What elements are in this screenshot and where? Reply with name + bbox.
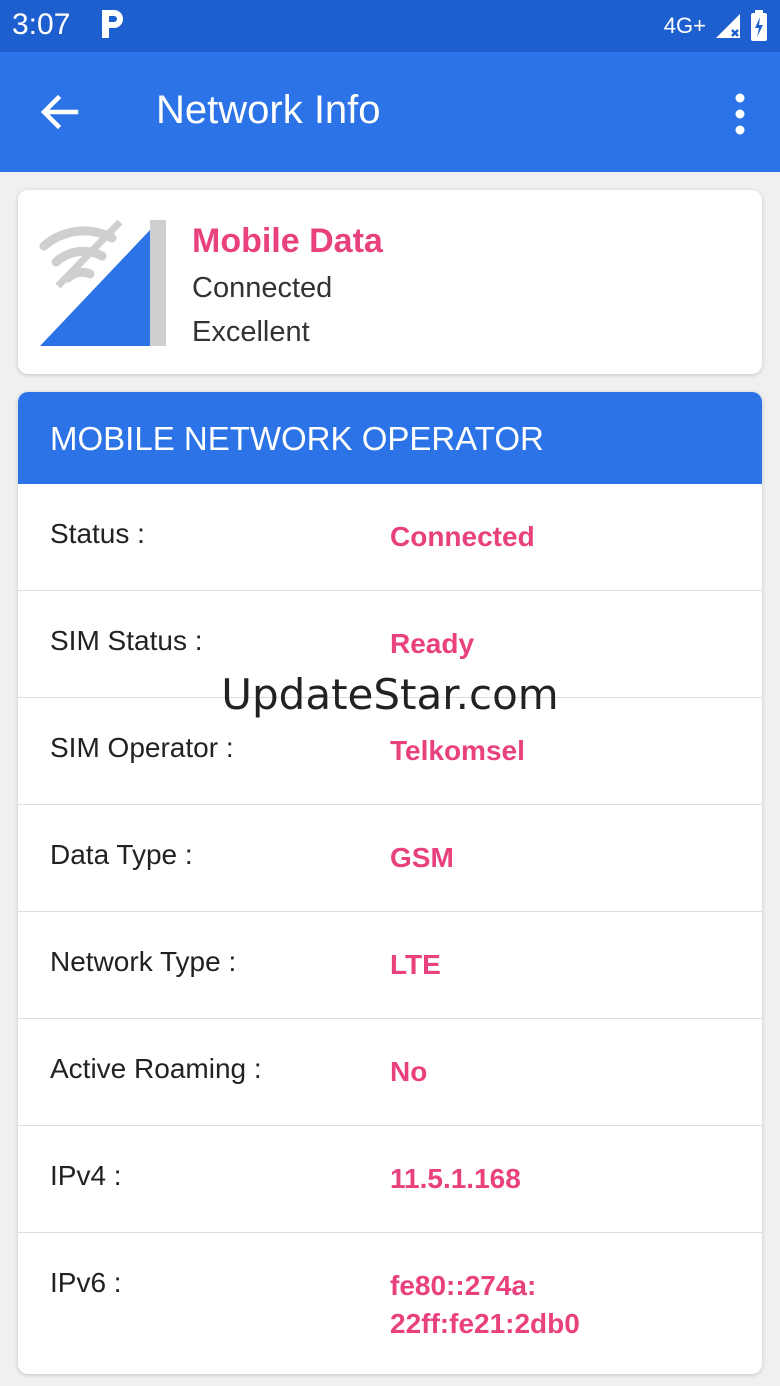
info-row-sim-status: SIM Status : Ready	[18, 591, 762, 698]
row-value: fe80::274a: 22ff:fe21:2db0	[390, 1270, 580, 1339]
operator-info-card: MOBILE NETWORK OPERATOR Status : Connect…	[18, 392, 762, 1374]
network-type-label: 4G+	[663, 13, 706, 38]
row-value: LTE	[390, 949, 441, 980]
row-value: Connected	[390, 521, 535, 552]
info-row-ipv4: IPv4 : 11.5.1.168	[18, 1126, 762, 1233]
section-header: MOBILE NETWORK OPERATOR	[18, 392, 762, 484]
info-row-active-roaming: Active Roaming : No	[18, 1019, 762, 1126]
connection-card: Mobile Data Connected Excellent	[18, 190, 762, 374]
row-value: 11.5.1.168	[390, 1163, 521, 1194]
row-value: GSM	[390, 842, 454, 873]
connection-quality-text: Excellent	[192, 316, 310, 348]
page-title: Network Info	[156, 88, 381, 132]
info-row-ipv6: IPv6 : fe80::274a: 22ff:fe21:2db0	[18, 1233, 762, 1373]
arrow-back-icon[interactable]	[36, 90, 84, 134]
status-bar: 3:07 4G+	[0, 0, 780, 52]
row-value: Ready	[390, 628, 475, 659]
info-row-network-type: Network Type : LTE	[18, 912, 762, 1019]
app-bar: Network Info	[0, 52, 780, 172]
info-row-data-type: Data Type : GSM	[18, 805, 762, 912]
row-label: Active Roaming :	[50, 1053, 262, 1084]
row-label: IPv6 :	[50, 1267, 122, 1298]
row-label: IPv4 :	[50, 1160, 122, 1191]
row-label: SIM Status :	[50, 625, 203, 656]
row-value: No	[390, 1056, 428, 1087]
overflow-menu-icon[interactable]	[730, 90, 750, 138]
row-label: Data Type :	[50, 839, 193, 870]
status-indicators: 4G+	[664, 8, 768, 44]
info-row-status: Status : Connected	[18, 484, 762, 591]
row-value: Telkomsel	[390, 735, 525, 766]
row-label: Status :	[50, 518, 145, 549]
info-row-sim-operator: SIM Operator : Telkomsel	[18, 698, 762, 805]
status-time: 3:07	[12, 8, 71, 41]
battery-icon	[751, 10, 767, 41]
row-label: SIM Operator :	[50, 732, 234, 763]
connection-type-title: Mobile Data	[192, 222, 383, 260]
connection-status-text: Connected	[192, 272, 333, 304]
parking-p-icon	[102, 10, 123, 38]
row-label: Network Type :	[50, 946, 237, 977]
signal-icon	[716, 14, 740, 38]
mobile-data-signal-icon	[39, 219, 166, 346]
